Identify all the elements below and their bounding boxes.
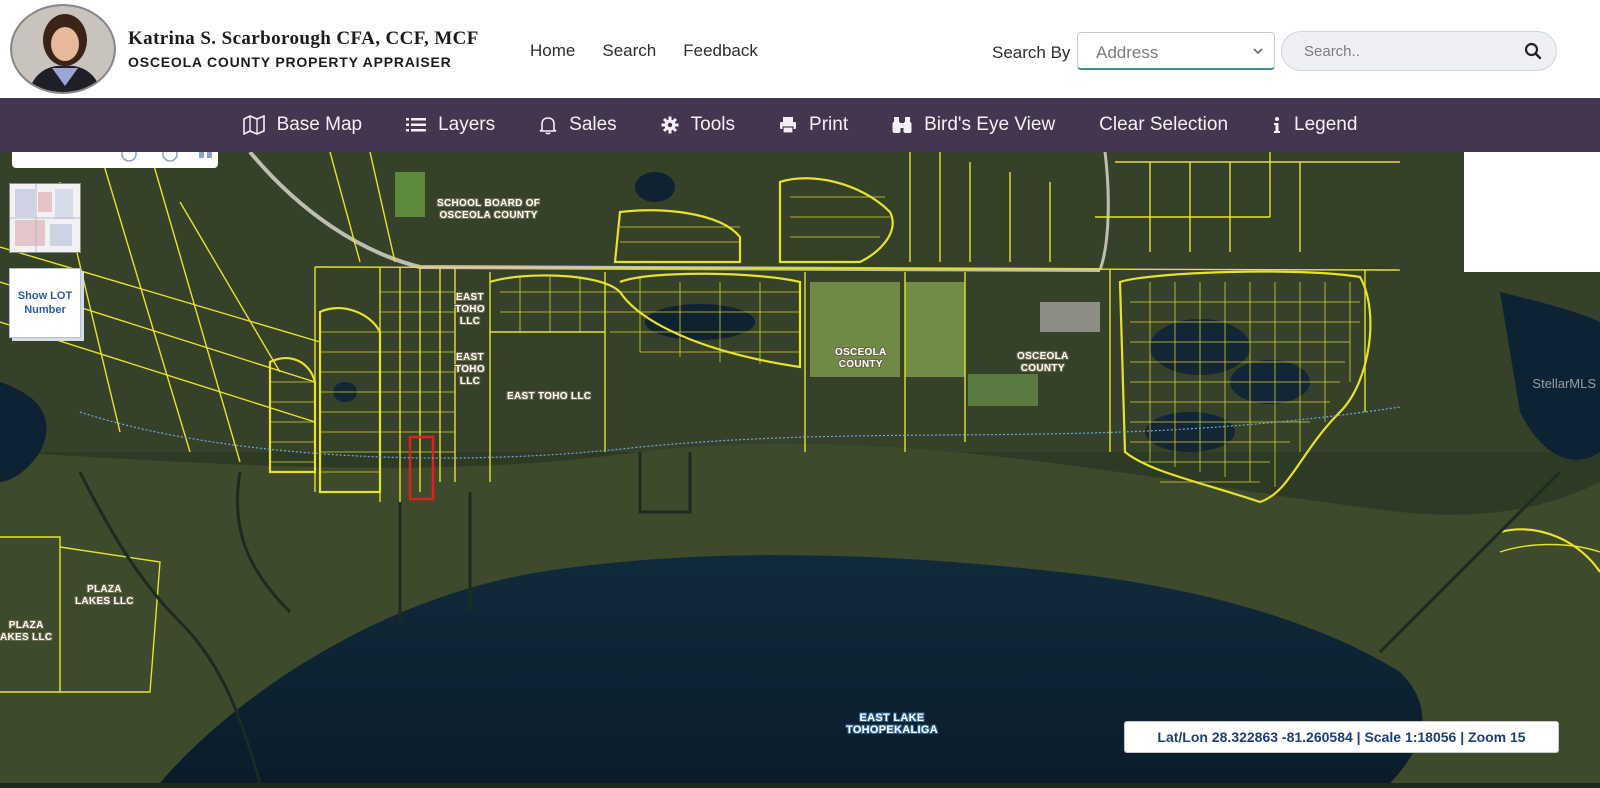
- printer-icon: [780, 117, 797, 134]
- map-icon: [242, 115, 265, 135]
- toolbar-tools[interactable]: Tools: [661, 114, 735, 136]
- label-plaza-lakes-1: PLAZA LAKES LLC: [75, 584, 134, 607]
- map-toolbar: Base Map Layers Sales Tools Print Bird's…: [0, 98, 1600, 152]
- map-status-bar: Lat/Lon 28.322863 -81.260584 | Scale 1:1…: [1124, 721, 1559, 753]
- label-plaza-lakes-2: PLAZA AKES LLC: [0, 620, 53, 643]
- nav-search[interactable]: Search: [602, 41, 656, 61]
- toolbar-label: Layers: [438, 114, 496, 135]
- search-by-select[interactable]: Address: [1077, 32, 1275, 70]
- toolbar-base-map[interactable]: Base Map: [242, 114, 363, 136]
- chevron-down-icon: [1252, 43, 1264, 64]
- toolbar-label: Base Map: [276, 114, 363, 135]
- toolbar-birds-eye-view[interactable]: Bird's Eye View: [892, 114, 1055, 136]
- toolbar-print[interactable]: Print: [779, 114, 848, 136]
- label-osceola-county-2: OSCEOLA COUNTY: [1017, 351, 1069, 374]
- toolbar-label: Clear Selection: [1099, 114, 1229, 135]
- top-nav: Home Search Feedback: [530, 41, 758, 61]
- search-by-value: Address: [1096, 43, 1159, 62]
- toolbar-legend[interactable]: Legend: [1272, 114, 1357, 136]
- zoom-in-icon: [121, 146, 137, 162]
- search-input[interactable]: [1302, 42, 1516, 61]
- map-canvas[interactable]: SCHOOL BOARD OF OSCEOLA COUNTY EAST TOHO…: [0, 150, 1600, 784]
- toolbar-layers[interactable]: Layers: [406, 114, 495, 136]
- label-east-toho-2: EAST TOHO LLC: [455, 352, 485, 387]
- bell-icon: [539, 117, 557, 135]
- overview-map[interactable]: [9, 183, 81, 253]
- zoom-controls[interactable]: [12, 146, 218, 168]
- toolbar-label: Legend: [1294, 114, 1358, 135]
- info-icon: [1274, 117, 1281, 133]
- toolbar-label: Tools: [690, 114, 736, 135]
- label-east-lake: EAST LAKE TOHOPEKALIGA: [846, 712, 939, 736]
- toolbar-sales[interactable]: Sales: [539, 114, 617, 136]
- appraiser-name: Katrina S. Scarborough CFA, CCF, MCF: [128, 28, 479, 49]
- nav-feedback[interactable]: Feedback: [683, 41, 758, 61]
- site-header: Katrina S. Scarborough CFA, CCF, MCF OSC…: [0, 0, 1600, 101]
- label-osceola-county-1: OSCEOLA COUNTY: [835, 347, 887, 370]
- gear-icon: [661, 116, 679, 134]
- toolbar-label: Sales: [569, 114, 617, 135]
- list-icon: [406, 118, 427, 132]
- show-lot-number-button[interactable]: Show LOT Number: [9, 268, 81, 338]
- zoom-out-icon: [162, 146, 178, 162]
- organization-name: OSCEOLA COUNTY PROPERTY APPRAISER: [128, 54, 452, 70]
- toolbar-label: Bird's Eye View: [924, 114, 1056, 135]
- nav-home[interactable]: Home: [530, 41, 575, 61]
- toolbar-clear-selection[interactable]: Clear Selection: [1099, 114, 1228, 136]
- search-by-label: Search By: [992, 43, 1071, 62]
- aerial-imagery: [0, 150, 1600, 784]
- toolbar-label: Print: [809, 114, 849, 135]
- label-school-board: SCHOOL BOARD OF OSCEOLA COUNTY: [437, 198, 541, 221]
- binoculars-icon: [892, 117, 912, 133]
- label-east-toho-llc: EAST TOHO LLC: [507, 391, 592, 402]
- appraiser-photo: [10, 4, 116, 94]
- brand-block: Katrina S. Scarborough CFA, CCF, MCF OSC…: [128, 28, 479, 70]
- watermark: StellarMLS: [1532, 376, 1596, 391]
- search-icon[interactable]: [1524, 42, 1542, 65]
- label-east-toho-1: EAST TOHO LLC: [455, 292, 485, 327]
- search-box: [1281, 31, 1557, 71]
- side-panel: [1464, 152, 1600, 272]
